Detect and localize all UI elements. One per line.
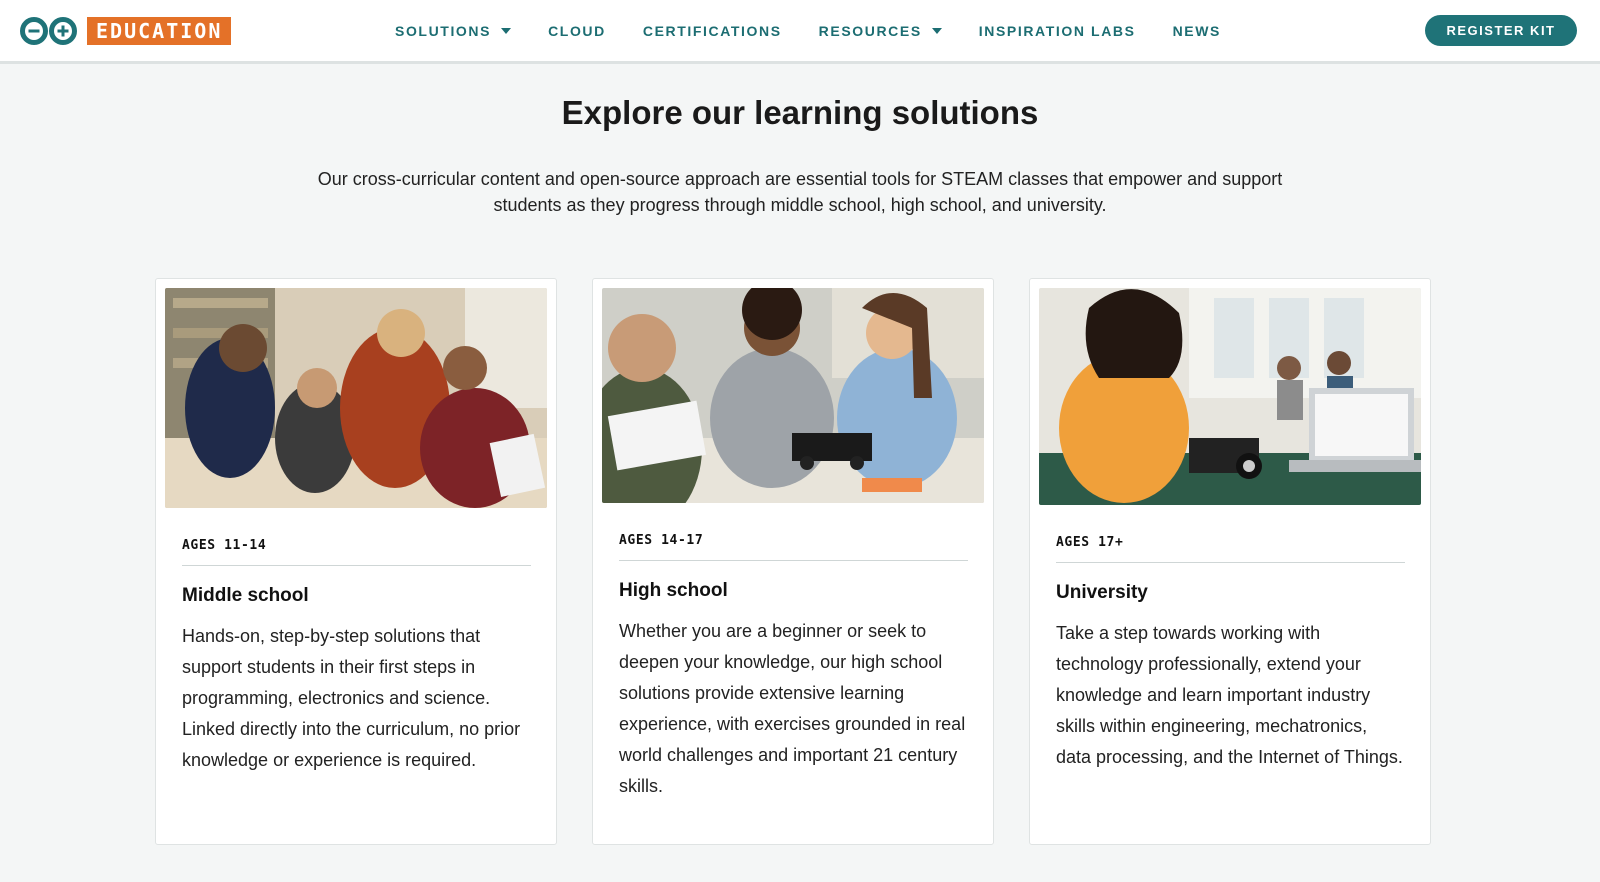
photo-university-student-with-robot-car [1039,288,1421,505]
card-description: Whether you are a beginner or seek to de… [619,621,966,796]
card-title: University [1056,582,1148,603]
home-logo-link[interactable]: EDUCATION [19,16,232,46]
card-title: Middle school [182,585,309,606]
nav-item-resources[interactable]: RESOURCES [819,23,942,39]
chevron-down-icon [501,27,512,34]
nav-item-label: RESOURCES [818,22,922,39]
divider [619,560,968,561]
card-description: Take a step towards working with technol… [1056,623,1403,767]
page-title: Explore our learning solutions [561,94,1039,131]
nav-item-inspiration-labs[interactable]: INSPIRATION LABS [979,23,1136,39]
solution-card-high-school[interactable]: AGES 14-17 High school Whether you are a… [592,278,994,845]
nav-item-news[interactable]: NEWS [1173,23,1221,39]
nav-item-certifications[interactable]: CERTIFICATIONS [643,23,782,39]
intro-text: Our cross-curricular content and open-so… [317,169,1283,215]
photo-high-school-students-building-robot [602,288,984,503]
nav-item-label: NEWS [1172,22,1221,39]
card-age-range: AGES 14-17 [619,533,704,548]
solution-card-university[interactable]: AGES 17+ University Take a step towards … [1029,278,1431,845]
divider [1056,562,1405,563]
nav-item-solutions[interactable]: SOLUTIONS [395,22,512,39]
nav-item-label: CLOUD [548,22,606,39]
photo-middle-school-students-with-teacher [165,288,547,508]
nav-item-label: SOLUTIONS [395,22,492,39]
nav-item-cloud[interactable]: CLOUD [548,23,606,39]
arduino-infinity-logo-icon [20,17,77,45]
register-kit-button[interactable]: REGISTER KIT [1425,15,1577,46]
card-description: Hands-on, step-by-step solutions that su… [182,626,521,770]
main-nav: SOLUTIONS CLOUD CERTIFICATIONS RESOURCES… [395,0,1258,61]
nav-item-label: CERTIFICATIONS [642,22,782,39]
card-title: High school [619,580,728,601]
site-header: EDUCATION SOLUTIONS CLOUD CERTIFICATIONS… [0,0,1600,64]
nav-item-label: INSPIRATION LABS [978,22,1136,39]
card-age-range: AGES 11-14 [182,538,267,553]
solution-card-middle-school[interactable]: AGES 11-14 Middle school Hands-on, step-… [155,278,557,845]
divider [182,565,531,566]
chevron-down-icon [931,27,942,34]
card-age-range: AGES 17+ [1056,535,1124,550]
education-wordmark: EDUCATION [87,17,232,45]
